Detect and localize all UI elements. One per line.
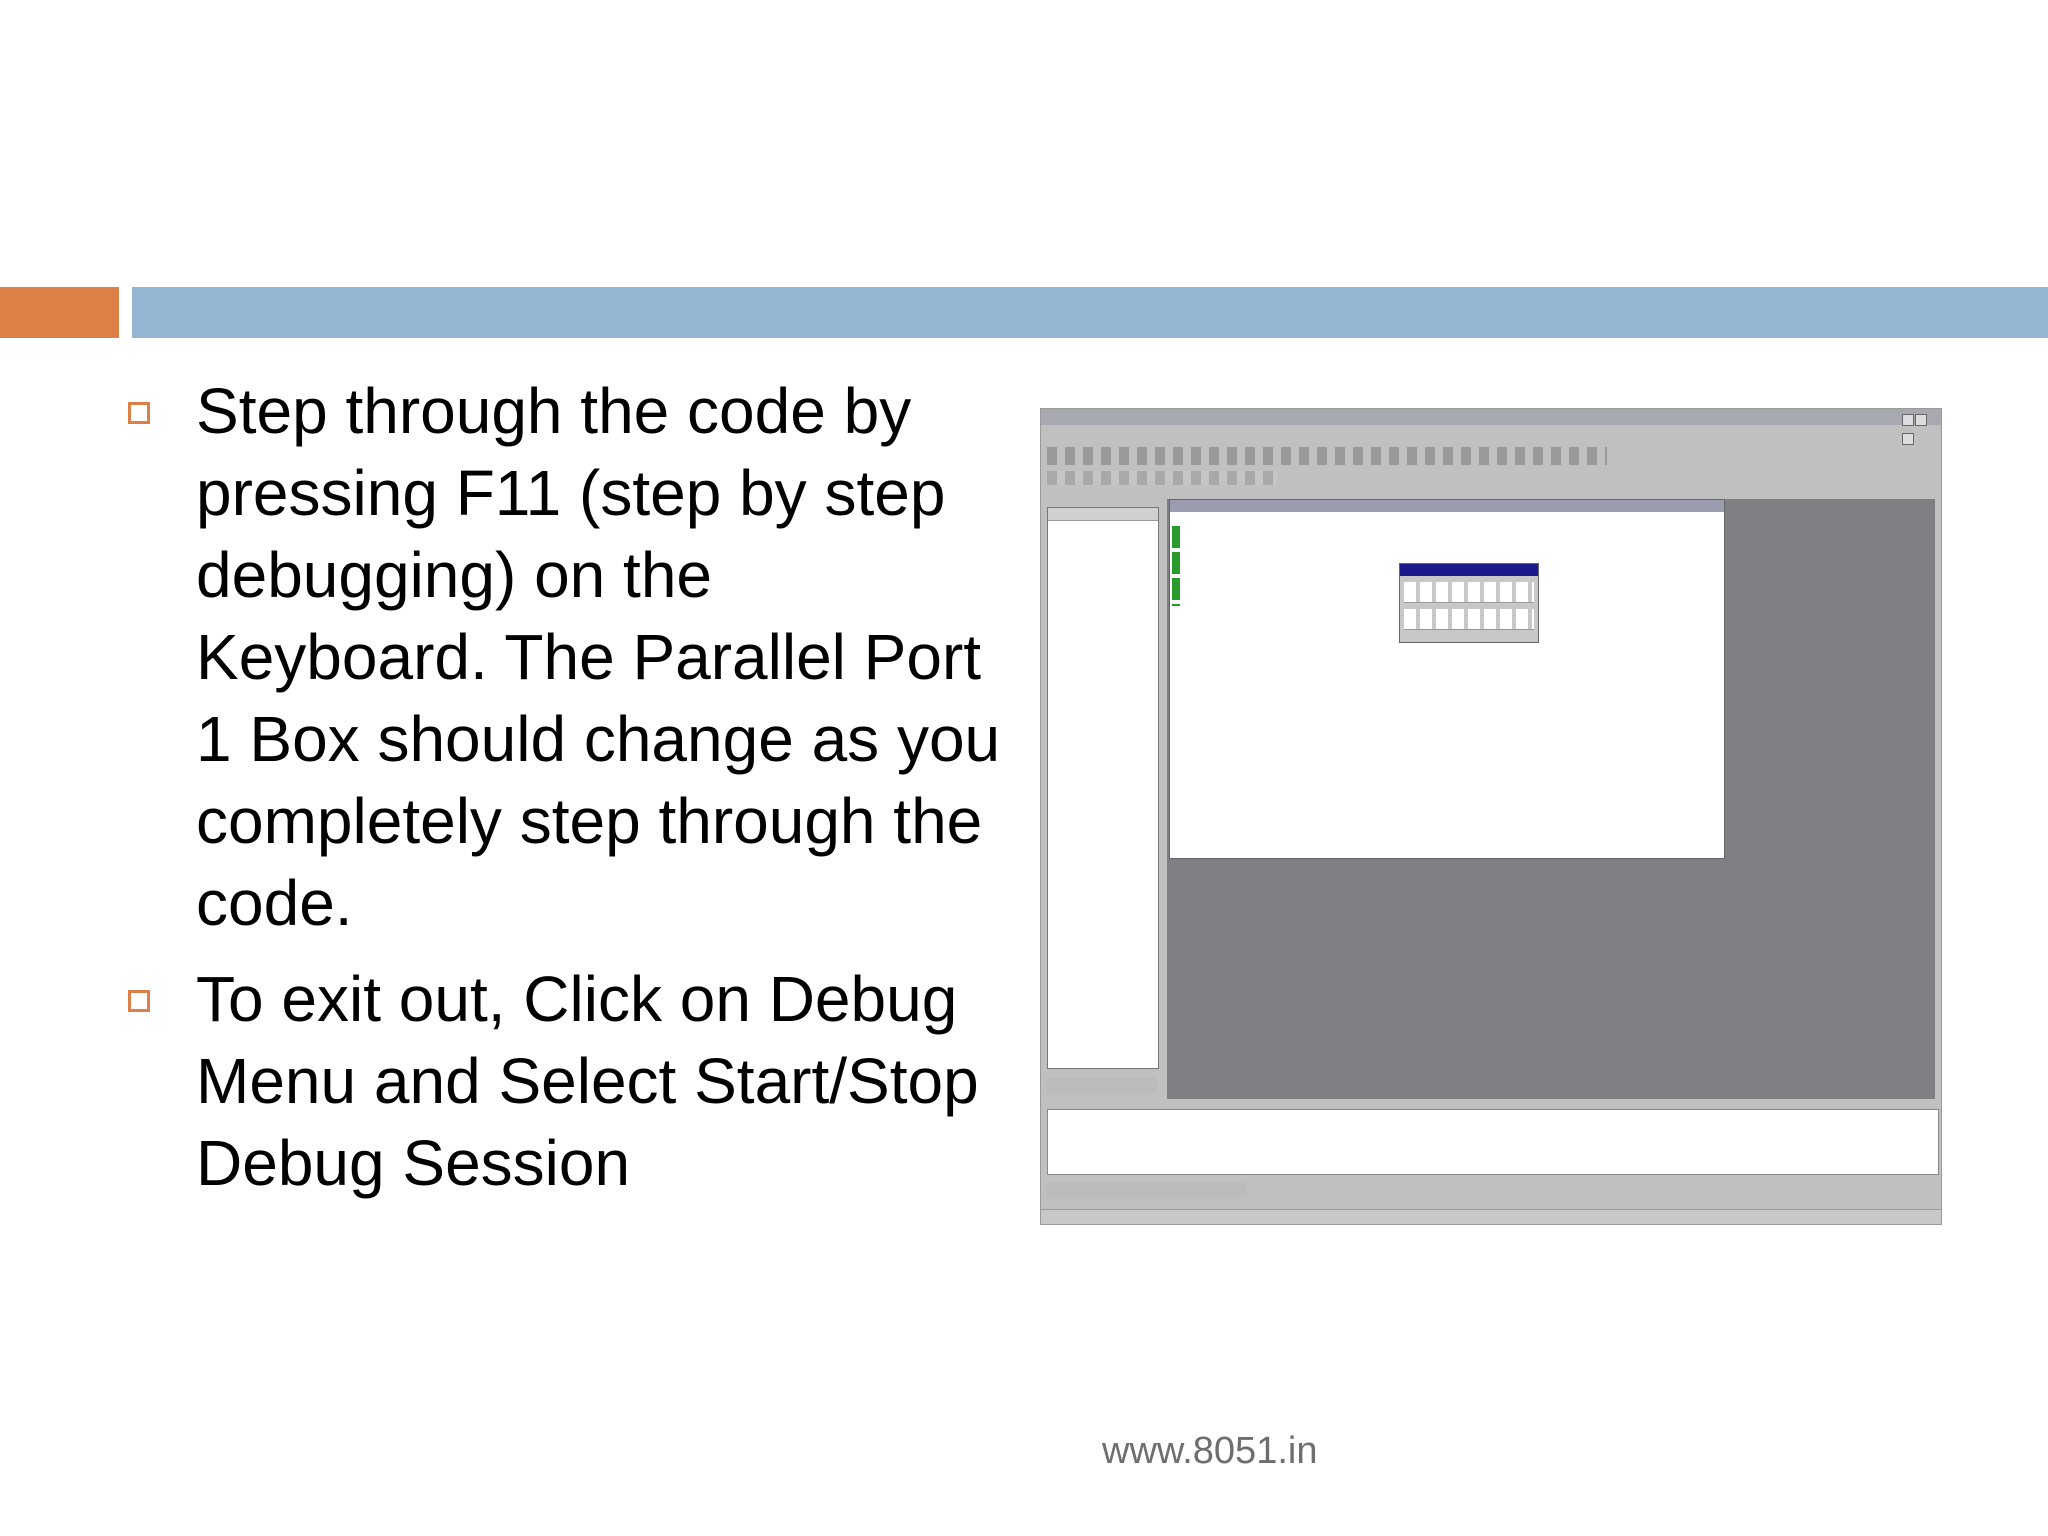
- debugger-screenshot: [1040, 408, 1942, 1225]
- screenshot-toolbar: [1047, 447, 1607, 465]
- command-window-tabs: [1047, 1183, 1247, 1197]
- screenshot-titlebar: [1041, 409, 1941, 445]
- mdi-workspace: [1167, 499, 1935, 1099]
- bullet-item: To exit out, Click on Debug Menu and Sel…: [120, 958, 1020, 1204]
- square-bullet-icon: [128, 402, 150, 424]
- screenshot-toolbar-secondary: [1047, 471, 1277, 485]
- bullet-list: Step through the code by pressing F11 (s…: [120, 370, 1020, 1218]
- parallel-port-dialog: [1399, 563, 1539, 643]
- screenshot-menubar: [1041, 427, 1941, 441]
- bullet-text: To exit out, Click on Debug Menu and Sel…: [196, 963, 979, 1199]
- window-buttons: [1901, 411, 1937, 445]
- bullet-text: Step through the code by pressing F11 (s…: [196, 375, 1001, 939]
- register-panel-tabs: [1047, 1077, 1157, 1093]
- bullet-item: Step through the code by pressing F11 (s…: [120, 370, 1020, 944]
- footer-url: www.8051.in: [1102, 1430, 1318, 1472]
- square-bullet-icon: [128, 990, 150, 1012]
- accent-bar-orange: [0, 287, 119, 338]
- command-window: [1047, 1109, 1939, 1175]
- source-code-window: [1169, 499, 1725, 859]
- accent-bar-blue: [132, 287, 2048, 338]
- screenshot-status-bar: [1041, 1209, 1941, 1224]
- register-panel: [1047, 507, 1159, 1069]
- execution-marker: [1172, 526, 1180, 606]
